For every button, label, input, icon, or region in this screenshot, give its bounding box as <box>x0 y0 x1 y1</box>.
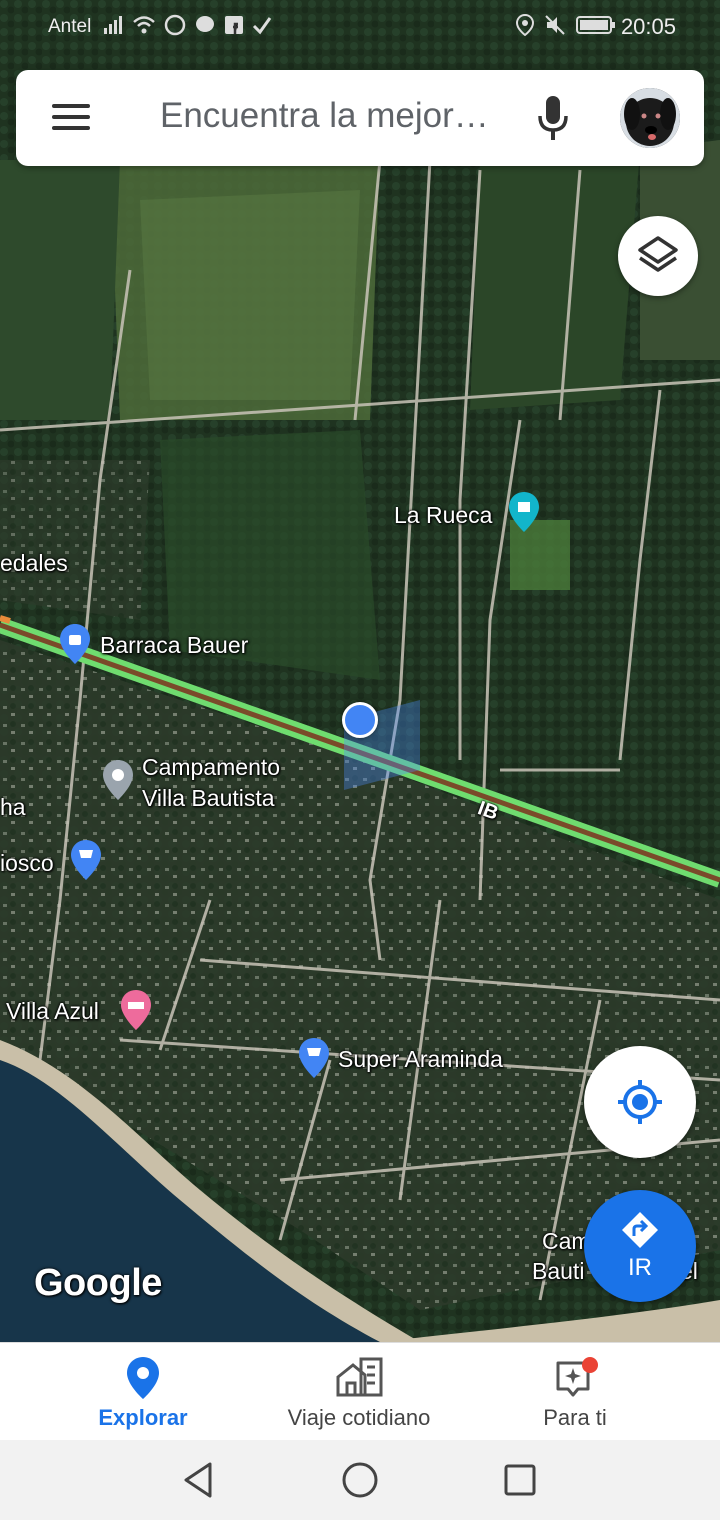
bottom-navigation: Explorar Viaje cotidiano Para ti <box>0 1342 720 1440</box>
tab-label: Explorar <box>98 1405 188 1430</box>
clock: 20:05 <box>620 14 676 39</box>
shopping-cart-pin-icon[interactable] <box>298 1038 330 1078</box>
home-icon[interactable] <box>340 1460 380 1500</box>
hotel-pin-icon[interactable] <box>120 990 152 1030</box>
place-label-edales[interactable]: edales <box>0 548 68 578</box>
place-label-la-rueca[interactable]: La Rueca <box>394 500 492 530</box>
tab-viaje-cotidiano[interactable]: Viaje cotidiano <box>264 1343 454 1441</box>
tab-explorar[interactable]: Explorar <box>48 1343 238 1441</box>
facebook-icon <box>225 16 243 34</box>
whatsapp-icon <box>164 14 186 36</box>
microphone-icon[interactable] <box>536 96 570 142</box>
messenger-icon <box>196 16 214 32</box>
place-label-iosco[interactable]: iosco <box>0 848 54 878</box>
avatar[interactable] <box>620 88 680 148</box>
search-input[interactable]: Encuentra la mejor… <box>160 96 489 136</box>
place-pin-icon[interactable] <box>102 760 134 800</box>
directions-icon <box>622 1212 658 1248</box>
tab-para-ti[interactable]: Para ti <box>500 1343 650 1441</box>
status-bar: Antel 20:05 <box>0 0 720 56</box>
go-button[interactable]: IR <box>584 1190 696 1302</box>
layers-button[interactable] <box>618 216 698 296</box>
shopping-cart-pin-icon[interactable] <box>70 840 102 880</box>
wifi-icon <box>133 16 155 34</box>
place-label-campamento[interactable]: Campamento Villa Bautista <box>142 752 280 814</box>
tab-label: Para ti <box>543 1405 607 1430</box>
check-icon <box>252 17 272 35</box>
notification-dot <box>582 1357 598 1373</box>
place-label-super-araminda[interactable]: Super Araminda <box>338 1044 503 1074</box>
back-icon[interactable] <box>180 1460 220 1500</box>
attraction-pin-icon[interactable] <box>508 492 540 532</box>
crosshair-icon <box>618 1080 662 1124</box>
place-label-barraca-bauer[interactable]: Barraca Bauer <box>100 630 248 660</box>
current-location-dot <box>342 702 378 738</box>
tab-label: Viaje cotidiano <box>287 1405 431 1430</box>
shopping-pin-icon[interactable] <box>59 624 91 664</box>
mute-icon <box>545 15 565 35</box>
go-label: IR <box>628 1254 652 1281</box>
place-label-villa-azul[interactable]: Villa Azul <box>6 996 99 1026</box>
search-bar[interactable]: Encuentra la mejor… <box>16 70 704 166</box>
place-label-bauti[interactable]: Bauti <box>532 1256 584 1286</box>
battery-icon <box>576 16 615 34</box>
google-watermark: Google <box>34 1262 162 1304</box>
explore-pin-icon <box>127 1357 159 1399</box>
my-location-button[interactable] <box>584 1046 696 1158</box>
commute-icon <box>336 1357 383 1397</box>
carrier-name: Antel <box>48 16 92 37</box>
place-label-ha[interactable]: ha <box>0 792 26 822</box>
signal-icon <box>104 16 122 34</box>
system-navigation-bar <box>0 1440 720 1520</box>
for-you-icon <box>556 1357 598 1397</box>
recents-icon[interactable] <box>500 1460 540 1500</box>
menu-icon[interactable] <box>52 104 90 134</box>
layers-icon <box>638 236 678 272</box>
location-icon <box>516 14 534 36</box>
